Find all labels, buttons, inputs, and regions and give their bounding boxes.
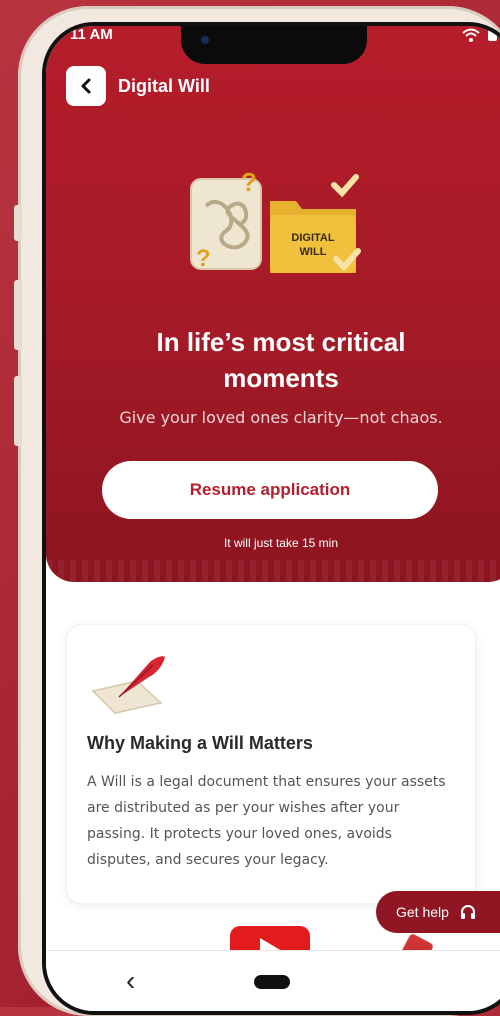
nav-back-button[interactable]: ‹ — [126, 965, 135, 997]
volume-down-button — [14, 376, 22, 446]
status-icons: 50 — [462, 26, 500, 43]
digital-will-illustration: ? ? DIGITAL WILL — [190, 167, 361, 273]
why-will-matters-card: Why Making a Will Matters A Will is a le… — [66, 624, 476, 904]
notch — [181, 26, 367, 64]
status-time: 11 AM — [70, 26, 113, 43]
get-help-label: Get help — [396, 904, 449, 920]
headset-icon — [460, 905, 475, 919]
camera-dot — [201, 36, 209, 44]
hero-headline-line1: In life’s most critical — [156, 327, 406, 357]
get-help-button[interactable]: Get help — [376, 891, 500, 933]
phone-screen: 11 AM 50 Digital Will ? ? DIGITAL WILL I… — [42, 22, 500, 1015]
hero-headline-line2: moments — [223, 363, 339, 393]
back-button[interactable] — [66, 66, 106, 106]
hero-subline: Give your loved ones clarity—not chaos. — [119, 408, 443, 427]
wifi-icon — [462, 28, 480, 42]
card-body: A Will is a legal document that ensures … — [87, 774, 446, 868]
svg-text:?: ? — [196, 245, 211, 272]
mute-switch — [14, 205, 22, 241]
volume-up-button — [14, 280, 22, 350]
illustration-label-line1: DIGITAL — [291, 232, 334, 244]
hero-headline: In life’s most critical moments — [46, 324, 500, 396]
svg-text:?: ? — [241, 167, 257, 197]
nav-home-button[interactable] — [254, 975, 290, 989]
quill-paper-icon — [91, 656, 165, 714]
time-estimate-note: It will just take 15 min — [223, 536, 339, 550]
resume-application-button[interactable]: Resume application — [102, 461, 438, 519]
chevron-left-icon — [81, 78, 91, 94]
illustration-label-line2: WILL — [300, 246, 327, 258]
battery-icon — [488, 28, 498, 41]
card-title: Why Making a Will Matters — [87, 733, 313, 753]
hero-pattern — [46, 560, 500, 582]
page-title: Digital Will — [118, 76, 210, 96]
system-nav-bar: ‹ — [46, 950, 500, 1011]
